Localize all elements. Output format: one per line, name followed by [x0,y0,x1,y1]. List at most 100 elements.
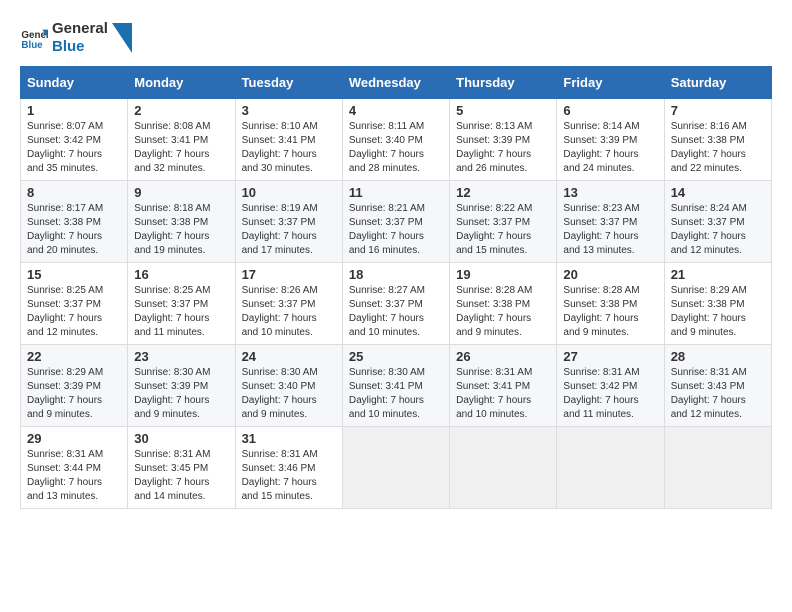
day-number: 3 [242,103,336,118]
day-cell: 19 Sunrise: 8:28 AM Sunset: 3:38 PM Dayl… [450,263,557,345]
calendar-header: SundayMondayTuesdayWednesdayThursdayFrid… [21,67,772,99]
day-cell: 2 Sunrise: 8:08 AM Sunset: 3:41 PM Dayli… [128,99,235,181]
day-info: Sunrise: 8:11 AM Sunset: 3:40 PM Dayligh… [349,120,443,176]
day-cell: 26 Sunrise: 8:31 AM Sunset: 3:41 PM Dayl… [450,345,557,427]
day-info: Sunrise: 8:30 AM Sunset: 3:39 PM Dayligh… [134,366,228,422]
day-info: Sunrise: 8:31 AM Sunset: 3:41 PM Dayligh… [456,366,550,422]
day-info: Sunrise: 8:17 AM Sunset: 3:38 PM Dayligh… [27,202,121,258]
day-number: 16 [134,267,228,282]
day-number: 29 [27,431,121,446]
day-number: 30 [134,431,228,446]
day-cell: 20 Sunrise: 8:28 AM Sunset: 3:38 PM Dayl… [557,263,664,345]
day-number: 9 [134,185,228,200]
header-day-monday: Monday [128,67,235,99]
day-cell: 10 Sunrise: 8:19 AM Sunset: 3:37 PM Dayl… [235,181,342,263]
logo-blue: Blue [52,38,108,56]
day-info: Sunrise: 8:29 AM Sunset: 3:38 PM Dayligh… [671,284,765,340]
day-info: Sunrise: 8:08 AM Sunset: 3:41 PM Dayligh… [134,120,228,176]
day-cell: 23 Sunrise: 8:30 AM Sunset: 3:39 PM Dayl… [128,345,235,427]
day-cell: 9 Sunrise: 8:18 AM Sunset: 3:38 PM Dayli… [128,181,235,263]
day-number: 1 [27,103,121,118]
day-info: Sunrise: 8:28 AM Sunset: 3:38 PM Dayligh… [456,284,550,340]
day-number: 15 [27,267,121,282]
day-number: 7 [671,103,765,118]
day-cell: 15 Sunrise: 8:25 AM Sunset: 3:37 PM Dayl… [21,263,128,345]
day-number: 14 [671,185,765,200]
day-info: Sunrise: 8:31 AM Sunset: 3:43 PM Dayligh… [671,366,765,422]
day-cell: 11 Sunrise: 8:21 AM Sunset: 3:37 PM Dayl… [342,181,449,263]
day-cell: 12 Sunrise: 8:22 AM Sunset: 3:37 PM Dayl… [450,181,557,263]
day-info: Sunrise: 8:21 AM Sunset: 3:37 PM Dayligh… [349,202,443,258]
day-number: 4 [349,103,443,118]
day-cell [557,427,664,509]
header-day-sunday: Sunday [21,67,128,99]
day-info: Sunrise: 8:25 AM Sunset: 3:37 PM Dayligh… [27,284,121,340]
day-info: Sunrise: 8:30 AM Sunset: 3:41 PM Dayligh… [349,366,443,422]
day-cell [450,427,557,509]
day-number: 27 [563,349,657,364]
day-number: 10 [242,185,336,200]
day-info: Sunrise: 8:23 AM Sunset: 3:37 PM Dayligh… [563,202,657,258]
day-cell: 21 Sunrise: 8:29 AM Sunset: 3:38 PM Dayl… [664,263,771,345]
week-row-4: 22 Sunrise: 8:29 AM Sunset: 3:39 PM Dayl… [21,345,772,427]
day-number: 31 [242,431,336,446]
day-info: Sunrise: 8:26 AM Sunset: 3:37 PM Dayligh… [242,284,336,340]
day-info: Sunrise: 8:14 AM Sunset: 3:39 PM Dayligh… [563,120,657,176]
day-cell: 18 Sunrise: 8:27 AM Sunset: 3:37 PM Dayl… [342,263,449,345]
day-info: Sunrise: 8:30 AM Sunset: 3:40 PM Dayligh… [242,366,336,422]
header-day-saturday: Saturday [664,67,771,99]
day-cell: 4 Sunrise: 8:11 AM Sunset: 3:40 PM Dayli… [342,99,449,181]
day-number: 12 [456,185,550,200]
day-cell: 14 Sunrise: 8:24 AM Sunset: 3:37 PM Dayl… [664,181,771,263]
day-cell: 8 Sunrise: 8:17 AM Sunset: 3:38 PM Dayli… [21,181,128,263]
day-cell: 29 Sunrise: 8:31 AM Sunset: 3:44 PM Dayl… [21,427,128,509]
day-cell: 7 Sunrise: 8:16 AM Sunset: 3:38 PM Dayli… [664,99,771,181]
day-cell [664,427,771,509]
day-number: 8 [27,185,121,200]
day-number: 17 [242,267,336,282]
day-info: Sunrise: 8:19 AM Sunset: 3:37 PM Dayligh… [242,202,336,258]
day-info: Sunrise: 8:22 AM Sunset: 3:37 PM Dayligh… [456,202,550,258]
day-number: 26 [456,349,550,364]
day-number: 6 [563,103,657,118]
day-number: 21 [671,267,765,282]
logo-arrow-icon [112,23,132,53]
day-cell: 13 Sunrise: 8:23 AM Sunset: 3:37 PM Dayl… [557,181,664,263]
day-number: 20 [563,267,657,282]
day-info: Sunrise: 8:31 AM Sunset: 3:45 PM Dayligh… [134,448,228,504]
header-day-wednesday: Wednesday [342,67,449,99]
day-info: Sunrise: 8:31 AM Sunset: 3:44 PM Dayligh… [27,448,121,504]
calendar-body: 1 Sunrise: 8:07 AM Sunset: 3:42 PM Dayli… [21,99,772,509]
week-row-2: 8 Sunrise: 8:17 AM Sunset: 3:38 PM Dayli… [21,181,772,263]
header-row: SundayMondayTuesdayWednesdayThursdayFrid… [21,67,772,99]
day-info: Sunrise: 8:07 AM Sunset: 3:42 PM Dayligh… [27,120,121,176]
day-cell: 17 Sunrise: 8:26 AM Sunset: 3:37 PM Dayl… [235,263,342,345]
day-number: 2 [134,103,228,118]
day-cell: 25 Sunrise: 8:30 AM Sunset: 3:41 PM Dayl… [342,345,449,427]
day-number: 5 [456,103,550,118]
day-cell: 24 Sunrise: 8:30 AM Sunset: 3:40 PM Dayl… [235,345,342,427]
day-info: Sunrise: 8:18 AM Sunset: 3:38 PM Dayligh… [134,202,228,258]
day-number: 11 [349,185,443,200]
week-row-3: 15 Sunrise: 8:25 AM Sunset: 3:37 PM Dayl… [21,263,772,345]
day-cell: 28 Sunrise: 8:31 AM Sunset: 3:43 PM Dayl… [664,345,771,427]
day-info: Sunrise: 8:13 AM Sunset: 3:39 PM Dayligh… [456,120,550,176]
day-cell: 6 Sunrise: 8:14 AM Sunset: 3:39 PM Dayli… [557,99,664,181]
day-cell: 27 Sunrise: 8:31 AM Sunset: 3:42 PM Dayl… [557,345,664,427]
day-cell: 3 Sunrise: 8:10 AM Sunset: 3:41 PM Dayli… [235,99,342,181]
day-info: Sunrise: 8:16 AM Sunset: 3:38 PM Dayligh… [671,120,765,176]
week-row-5: 29 Sunrise: 8:31 AM Sunset: 3:44 PM Dayl… [21,427,772,509]
day-info: Sunrise: 8:10 AM Sunset: 3:41 PM Dayligh… [242,120,336,176]
day-info: Sunrise: 8:27 AM Sunset: 3:37 PM Dayligh… [349,284,443,340]
day-number: 24 [242,349,336,364]
week-row-1: 1 Sunrise: 8:07 AM Sunset: 3:42 PM Dayli… [21,99,772,181]
day-cell: 1 Sunrise: 8:07 AM Sunset: 3:42 PM Dayli… [21,99,128,181]
day-number: 18 [349,267,443,282]
calendar-table: SundayMondayTuesdayWednesdayThursdayFrid… [20,66,772,509]
day-info: Sunrise: 8:28 AM Sunset: 3:38 PM Dayligh… [563,284,657,340]
day-info: Sunrise: 8:31 AM Sunset: 3:46 PM Dayligh… [242,448,336,504]
day-cell: 31 Sunrise: 8:31 AM Sunset: 3:46 PM Dayl… [235,427,342,509]
day-cell: 16 Sunrise: 8:25 AM Sunset: 3:37 PM Dayl… [128,263,235,345]
header-day-tuesday: Tuesday [235,67,342,99]
day-cell: 5 Sunrise: 8:13 AM Sunset: 3:39 PM Dayli… [450,99,557,181]
